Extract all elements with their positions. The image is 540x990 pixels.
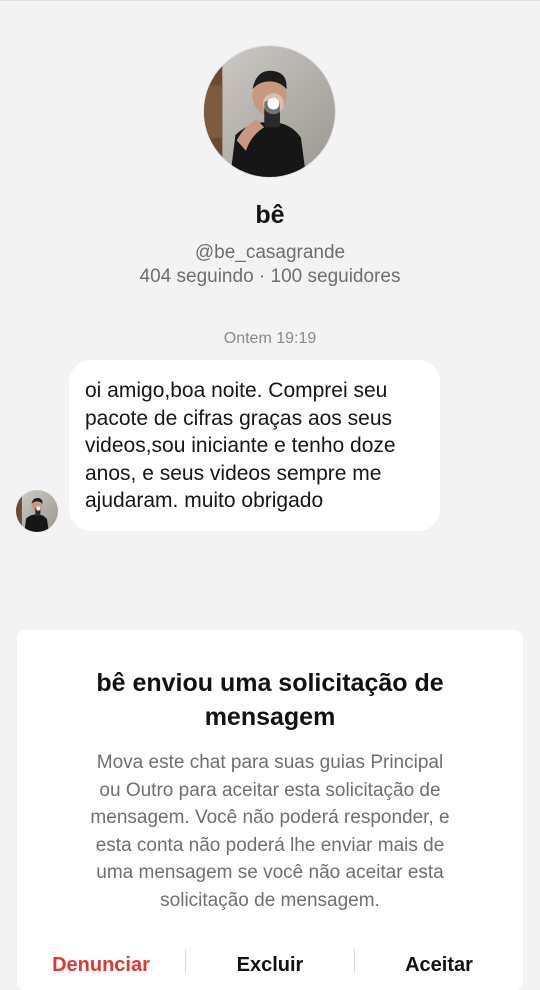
request-title-line: mensagem [204,703,336,731]
sender-avatar[interactable] [16,490,58,532]
request-body-line: solicitação de mensagem. [160,889,380,911]
request-title-line: bê enviou uma solicitação de [96,669,444,697]
accept-button[interactable]: Aceitar [355,946,523,990]
message-timestamp: Ontem 19:19 [223,330,317,347]
report-button[interactable]: Denunciar [17,946,185,990]
message-bubble[interactable]: oi amigo,boa noite. Comprei seu pacote d… [69,360,440,531]
request-description: Mova este chat para suas guias Principal… [17,749,523,914]
profile-stats: 404 seguindo · 100 seguidores [139,266,401,287]
request-body-line: ou Outro para aceitar esta solicitação d… [99,779,441,801]
request-body-line: uma mensagem se você não aceitar esta [96,862,444,883]
profile-name: bê [255,201,285,229]
message-line: videos,sou iniciante e tenho doze [85,434,396,457]
delete-button[interactable]: Excluir [186,946,354,990]
profile-avatar[interactable] [204,46,335,177]
top-divider [0,0,540,1]
message-line: ajudaram. muito obrigado [85,489,324,512]
message-line: pacote de cifras graças aos seus [85,406,393,430]
message-line: anos, e seus videos sempre me [85,461,382,485]
message-text: oi amigo,boa noite. Comprei seu pacote d… [85,377,424,515]
request-actions: Denunciar Excluir Aceitar [17,946,523,990]
request-body-line: mensagem. Você não poderá responder, e [90,807,450,828]
request-title: bê enviou uma solicitação de mensagem [17,666,523,734]
request-body-line: Mova este chat para suas guias Principal [96,752,444,773]
message-request-card: bê enviou uma solicitação de mensagem Mo… [17,630,523,990]
profile-handle: @be_casagrande [194,242,346,263]
request-body-line: esta conta não poderá lhe enviar mais de [95,834,445,856]
message-line: oi amigo,boa noite. Comprei seu [85,379,388,402]
